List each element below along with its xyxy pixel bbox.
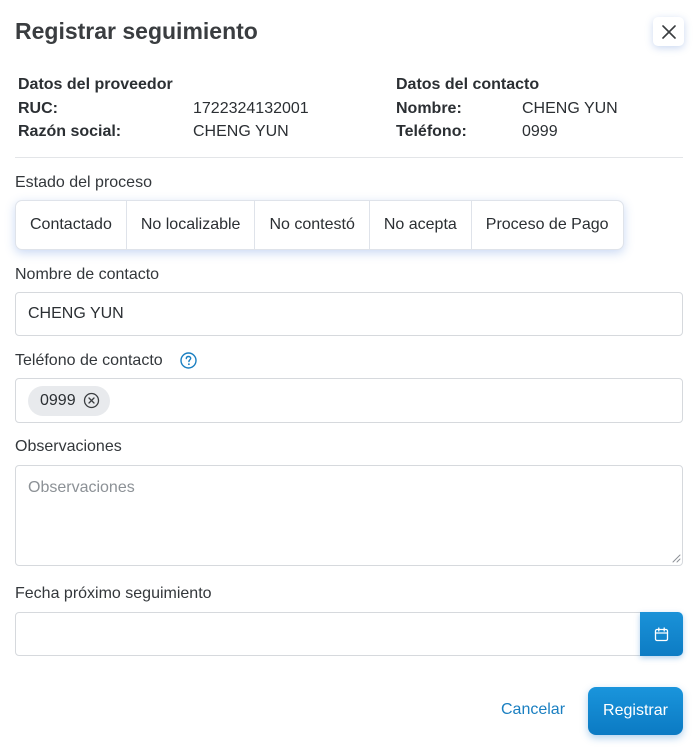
register-button[interactable]: Registrar [588,687,683,735]
estado-option-contactado[interactable]: Contactado [16,201,127,249]
fecha-label: Fecha próximo seguimiento [15,585,212,602]
observaciones-placeholder: Observaciones [28,479,135,496]
nombre-contacto-label: Nombre de contacto [15,266,160,283]
nombre-label: Nombre: [396,99,462,117]
estado-label: Estado del proceso [15,174,152,191]
contacto-info: Datos del contacto Nombre: CHENG YUN Tel… [396,73,618,144]
dialog-title: Registrar seguimiento [15,18,258,44]
observaciones-label: Observaciones [15,438,122,455]
contacto-heading: Datos del contacto [396,76,540,93]
nombre-contacto-value: CHENG YUN [28,305,124,322]
resize-handle-icon[interactable] [671,553,681,563]
telefono-contacto-label: Teléfono de contacto [15,352,163,369]
help-icon[interactable] [180,352,197,369]
divider [15,157,683,158]
estado-option-proceso-de-pago[interactable]: Proceso de Pago [472,201,623,249]
observaciones-textarea[interactable]: Observaciones [15,465,683,566]
calendar-icon [654,626,669,641]
cancel-button[interactable]: Cancelar [501,701,565,719]
ruc-value: 1722324132001 [193,99,309,117]
calendar-button[interactable] [640,612,683,656]
razon-social-label: Razón social: [18,123,122,140]
proveedor-heading: Datos del proveedor [18,76,173,93]
razon-social-value: CHENG YUN [193,123,289,140]
ruc-label: RUC: [18,99,58,117]
nombre-contacto-input[interactable]: CHENG YUN [15,292,683,336]
proveedor-info: Datos del proveedor RUC: 1722324132001 R… [18,73,309,144]
estado-option-no-localizable[interactable]: No localizable [127,201,256,249]
close-button[interactable] [653,17,684,46]
telefono-value: 0999 [522,123,558,140]
nombre-value: CHENG YUN [522,99,618,117]
telefono-chip: 0999 [28,385,110,416]
close-icon [661,24,676,39]
estado-selector: Contactado No localizable No contestó No… [15,200,624,250]
telefono-label: Teléfono: [396,123,467,140]
estado-option-no-contesto[interactable]: No contestó [255,201,370,249]
estado-option-no-acepta[interactable]: No acepta [370,201,472,249]
chip-remove-icon[interactable] [83,392,100,409]
telefono-contacto-input[interactable]: 0999 [15,378,683,423]
telefono-chip-label: 0999 [40,391,76,409]
fecha-input[interactable] [15,612,641,656]
